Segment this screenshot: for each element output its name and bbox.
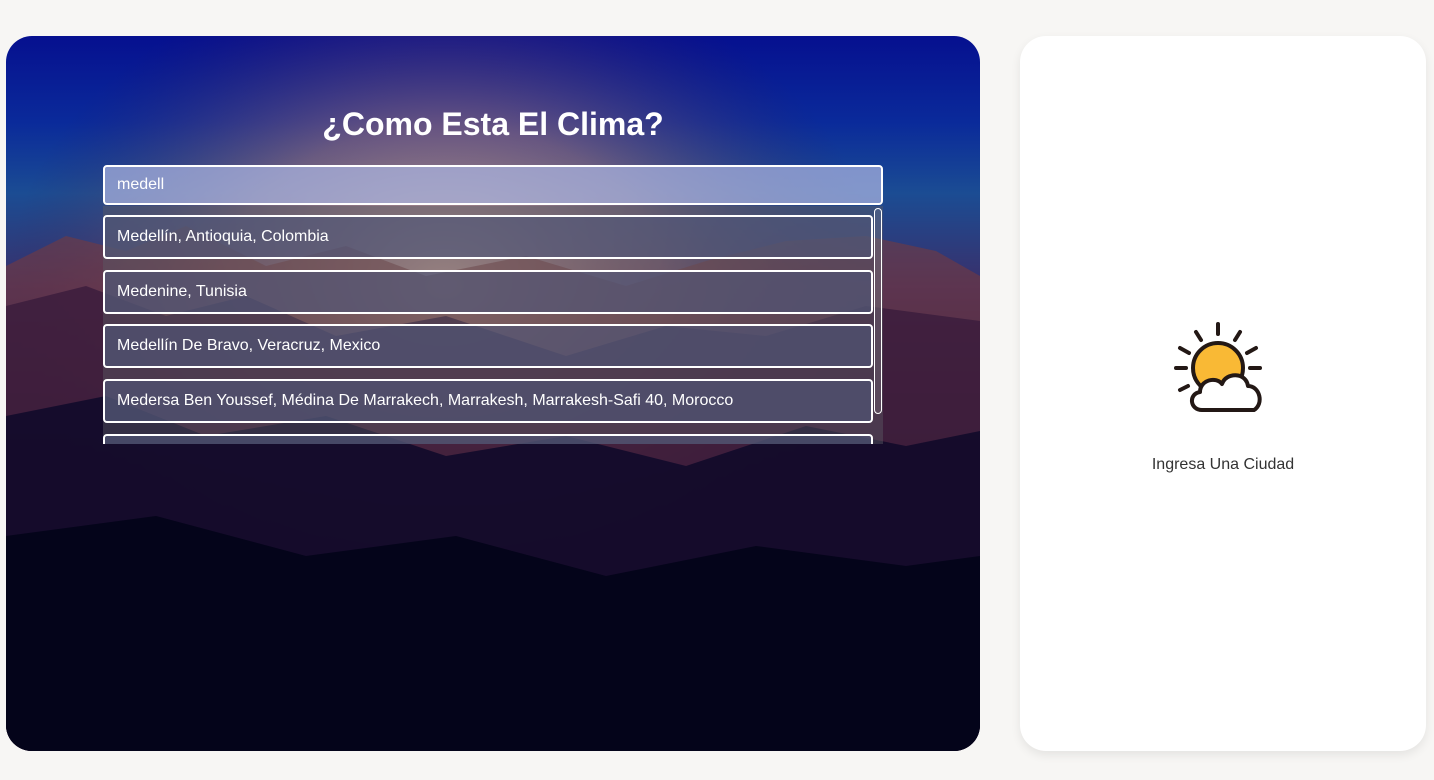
page-title: ¿Como Esta El Clima? [322, 106, 664, 142]
suggestion-item[interactable]: Medenine, Tunisia [103, 270, 873, 314]
suggestions-list: Medellín, Antioquia, Colombia Medenine, … [103, 206, 883, 444]
suggestions-scrollbar[interactable] [873, 206, 883, 444]
suggestion-item[interactable]: Medellín, Antioquia, Colombia [103, 215, 873, 259]
search-panel: ¿Como Esta El Clima? Medellín, Antioquia… [6, 36, 980, 751]
suggestion-item[interactable]: Medellín De Bravo, Veracruz, Mexico [103, 324, 873, 368]
partly-cloudy-icon [1174, 322, 1262, 412]
scrollbar-thumb[interactable] [874, 208, 882, 414]
empty-state-message: Ingresa Una Ciudad [1151, 456, 1295, 473]
weather-panel: Ingresa Una Ciudad [1020, 36, 1426, 751]
suggestion-item[interactable]: Medersa Ben Youssef, Médina De Marrakech… [103, 379, 873, 423]
suggestion-item[interactable] [103, 434, 873, 444]
city-search-input[interactable] [103, 165, 883, 205]
